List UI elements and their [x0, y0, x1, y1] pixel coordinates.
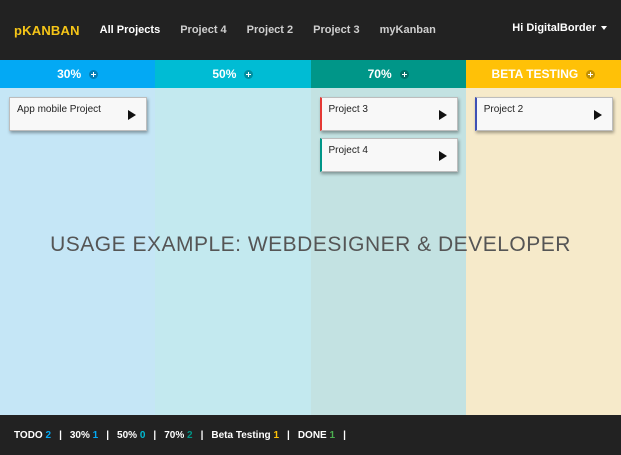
stat-beta-testing: Beta Testing 1	[211, 430, 279, 441]
stat-count: 1	[329, 429, 336, 441]
nav-all-projects[interactable]: All Projects	[100, 24, 161, 36]
separator: |	[287, 429, 290, 441]
stat-label: 30%	[69, 429, 90, 441]
overlay-caption: USAGE EXAMPLE: WEBDESIGNER & DEVELOPER	[50, 233, 571, 256]
column-title: 50%	[212, 67, 237, 81]
stat-30: 30% 1	[70, 430, 98, 441]
user-menu[interactable]: Hi DigitalBorder	[512, 22, 607, 34]
task-card[interactable]: Project 4	[319, 138, 458, 172]
nav-project-3[interactable]: Project 3	[313, 24, 359, 36]
stat-label: 50%	[117, 429, 138, 441]
stat-count: 1	[92, 429, 99, 441]
task-card[interactable]: Project 2	[474, 97, 613, 131]
play-icon[interactable]	[438, 110, 447, 120]
column-header: 70%	[310, 60, 466, 88]
stat-label: Beta Testing	[211, 429, 271, 441]
task-card[interactable]: App mobile Project	[9, 97, 147, 131]
column-title: 70%	[367, 67, 392, 81]
column-header: 30%	[0, 60, 156, 88]
card-title: Project 3	[328, 104, 368, 115]
stat-todo: TODO 2	[14, 430, 51, 441]
stat-50: 50% 0	[117, 430, 145, 441]
top-navbar: pKANBAN All Projects Project 4 Project 2…	[0, 0, 621, 60]
brand-logo[interactable]: pKANBAN	[14, 23, 80, 38]
play-icon[interactable]	[128, 110, 136, 120]
add-card-icon[interactable]	[89, 69, 99, 79]
card-title: Project 4	[328, 145, 368, 156]
stat-count: 0	[139, 429, 146, 441]
column-header: 50%	[155, 60, 311, 88]
play-icon[interactable]	[438, 151, 447, 161]
column-title: 30%	[57, 67, 82, 81]
stat-label: DONE	[297, 429, 327, 441]
card-title: App mobile Project	[17, 104, 101, 115]
add-card-icon[interactable]	[244, 69, 254, 79]
nav-project-4[interactable]: Project 4	[180, 24, 226, 36]
stat-count: 2	[45, 429, 52, 441]
add-card-icon[interactable]	[586, 69, 596, 79]
stat-label: 70%	[164, 429, 185, 441]
separator: |	[343, 429, 346, 441]
play-icon[interactable]	[593, 110, 602, 120]
column-header: BETA TESTING	[465, 60, 621, 88]
separator: |	[106, 429, 110, 441]
separator: |	[153, 429, 157, 441]
card-title: Project 2	[483, 104, 524, 115]
stat-count: 1	[273, 429, 280, 441]
nav-mykanban[interactable]: myKanban	[380, 24, 436, 36]
user-greeting: Hi DigitalBorder	[512, 22, 596, 34]
add-card-icon[interactable]	[399, 69, 409, 79]
separator: |	[59, 429, 62, 441]
chevron-down-icon	[601, 26, 607, 30]
stat-count: 2	[187, 429, 193, 441]
status-footer: TODO 2 | 30% 1 | 50% 0 | 70% 2 | Beta Te…	[0, 415, 621, 455]
nav-project-2[interactable]: Project 2	[247, 24, 293, 36]
stat-70: 70% 2	[164, 430, 192, 441]
task-card[interactable]: Project 3	[319, 97, 458, 131]
project-nav: All Projects Project 4 Project 2 Project…	[100, 24, 456, 36]
separator: |	[200, 429, 204, 441]
stat-done: DONE 1	[298, 430, 335, 441]
stat-label: TODO	[14, 429, 43, 441]
column-title: BETA TESTING	[491, 67, 579, 81]
